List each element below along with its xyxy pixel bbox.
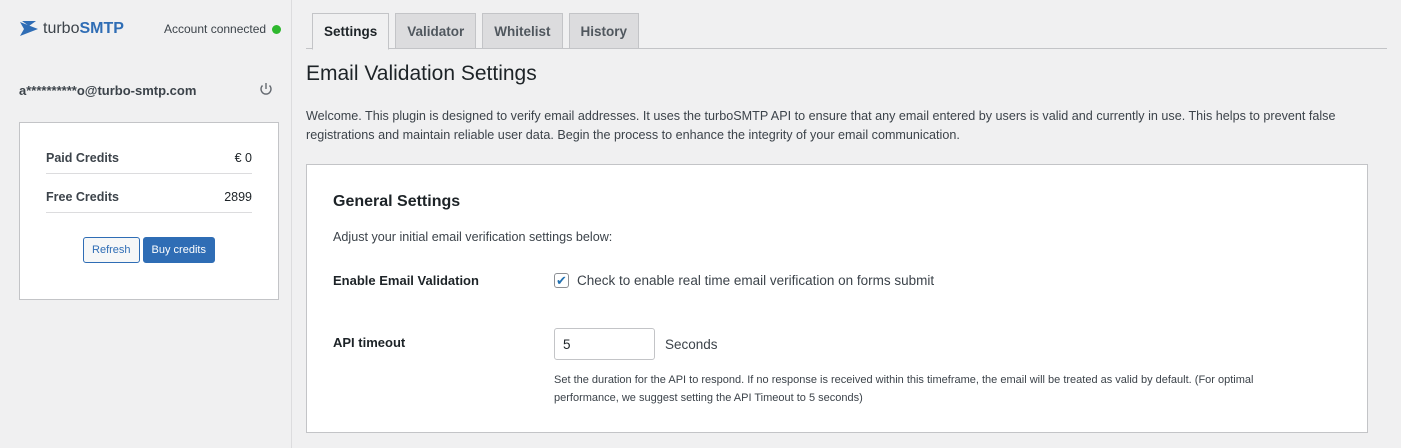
enable-validation-checkbox[interactable]: ✔: [554, 273, 569, 288]
timeout-unit: Seconds: [665, 337, 718, 352]
tab-history[interactable]: History: [568, 13, 640, 49]
checkmark-icon: ✔: [556, 273, 567, 288]
paid-credits-row: Paid Credits € 0: [46, 151, 252, 174]
panel-subtitle: Adjust your initial email verification s…: [333, 230, 613, 244]
credit-value: 2899: [224, 190, 252, 204]
tab-validator[interactable]: Validator: [395, 13, 477, 49]
power-logout-icon[interactable]: [258, 81, 274, 97]
buy-credits-button[interactable]: Buy credits: [142, 237, 215, 263]
api-timeout-input[interactable]: [554, 328, 655, 360]
refresh-button[interactable]: Refresh: [83, 237, 140, 263]
api-timeout-label: API timeout: [333, 335, 406, 350]
account-email: a**********o@turbo-smtp.com: [19, 83, 197, 98]
status-text: Account connected: [164, 22, 267, 36]
logo-text: turbo: [43, 20, 80, 37]
sidebar: turbo SMTP Account connected a**********o…: [0, 0, 292, 448]
enable-validation-label: Enable Email Validation: [333, 273, 479, 288]
logo-brand: SMTP: [79, 20, 124, 37]
tab-settings[interactable]: Settings: [312, 13, 390, 50]
intro-text: Welcome. This plugin is designed to veri…: [306, 109, 1336, 142]
page-title: Email Validation Settings: [306, 62, 537, 85]
panel-title: General Settings: [333, 193, 461, 210]
free-credits-row: Free Credits 2899: [46, 190, 252, 213]
enable-validation-text[interactable]: Check to enable real time email verifica…: [577, 273, 934, 288]
status-dot-icon: [272, 24, 282, 34]
general-settings-panel: General Settings Adjust your initial ema…: [306, 164, 1368, 433]
turbosmtp-logo: turbo SMTP: [19, 20, 124, 38]
tab-whitelist[interactable]: Whitelist: [482, 13, 563, 49]
credit-label: Free Credits: [46, 190, 119, 204]
timeout-help-text: Set the duration for the API to respond.…: [554, 374, 1254, 404]
credits-card: Paid Credits € 0 Free Credits 2899 Refresh…: [19, 122, 279, 300]
credit-label: Paid Credits: [46, 151, 119, 165]
credit-value: € 0: [234, 151, 252, 165]
turbosmtp-logo-icon: [20, 21, 38, 36]
tab-bar: Settings Validator Whitelist History: [306, 13, 1387, 50]
connection-status: Account connected: [164, 22, 282, 36]
